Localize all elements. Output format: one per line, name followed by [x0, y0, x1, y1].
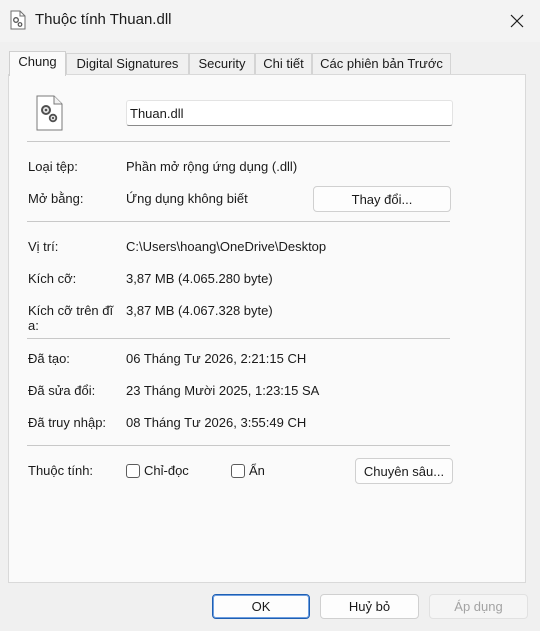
- title-bar: Thuộc tính Thuan.dll: [0, 0, 540, 42]
- size-on-disk-value: 3,87 MB (4.067.328 byte): [126, 303, 273, 318]
- general-panel: Loại tệp: Phần mở rộng ứng dụng (.dll) M…: [8, 74, 526, 583]
- close-icon: [510, 14, 524, 28]
- opens-with-value: Ứng dụng không biết: [126, 191, 248, 206]
- tab-details[interactable]: Chi tiết: [255, 53, 312, 74]
- change-button[interactable]: Thay đổi...: [313, 186, 451, 212]
- file-type-label: Loại tệp:: [28, 159, 78, 174]
- window-title: Thuộc tính Thuan.dll: [35, 11, 172, 28]
- created-label: Đã tạo:: [28, 351, 70, 366]
- filename-input[interactable]: [126, 100, 453, 126]
- readonly-checkbox[interactable]: Chỉ-đọc: [126, 463, 189, 478]
- accessed-label: Đã truy nhập:: [28, 415, 107, 430]
- created-value: 06 Tháng Tư 2026, 2:21:15 CH: [126, 351, 307, 366]
- attributes-label: Thuộc tính:: [28, 463, 94, 478]
- hidden-label: Ẩn: [249, 463, 265, 478]
- separator: [27, 445, 450, 446]
- tab-general[interactable]: Chung: [9, 51, 66, 76]
- size-label: Kích cỡ:: [28, 271, 77, 286]
- modified-value: 23 Tháng Mười 2025, 1:23:15 SA: [126, 383, 320, 398]
- separator: [27, 221, 450, 222]
- ok-button[interactable]: OK: [212, 594, 310, 619]
- size-value: 3,87 MB (4.065.280 byte): [126, 271, 273, 286]
- hidden-checkbox-box[interactable]: [231, 463, 245, 478]
- tab-digital-signatures[interactable]: Digital Signatures: [66, 53, 189, 74]
- location-label: Vị trí:: [28, 239, 59, 254]
- opens-with-label: Mở bằng:: [28, 191, 84, 206]
- apply-button[interactable]: Áp dụng: [429, 594, 528, 619]
- readonly-checkbox-box[interactable]: [126, 463, 140, 478]
- close-button[interactable]: [494, 0, 540, 42]
- hidden-checkbox[interactable]: Ẩn: [231, 463, 265, 478]
- modified-label: Đã sửa đổi:: [28, 383, 96, 398]
- file-type-value: Phần mở rộng ứng dụng (.dll): [126, 159, 298, 174]
- readonly-label: Chỉ-đọc: [144, 463, 189, 478]
- dll-file-icon: [9, 10, 27, 33]
- cancel-button[interactable]: Huỷ bỏ: [320, 594, 419, 619]
- separator: [27, 141, 450, 142]
- advanced-button[interactable]: Chuyên sâu...: [355, 458, 453, 484]
- tab-previous-versions[interactable]: Các phiên bản Trước: [312, 53, 451, 74]
- tab-security[interactable]: Security: [189, 53, 255, 74]
- dll-gear-file-icon: [35, 95, 65, 134]
- separator: [27, 338, 450, 339]
- location-value: C:\Users\hoang\OneDrive\Desktop: [126, 239, 327, 254]
- accessed-value: 08 Tháng Tư 2026, 3:55:49 CH: [126, 415, 307, 430]
- dialog-footer: OK Huỷ bỏ Áp dụng: [0, 583, 540, 631]
- size-on-disk-label: Kích cỡ trên đĩ a:: [28, 303, 114, 333]
